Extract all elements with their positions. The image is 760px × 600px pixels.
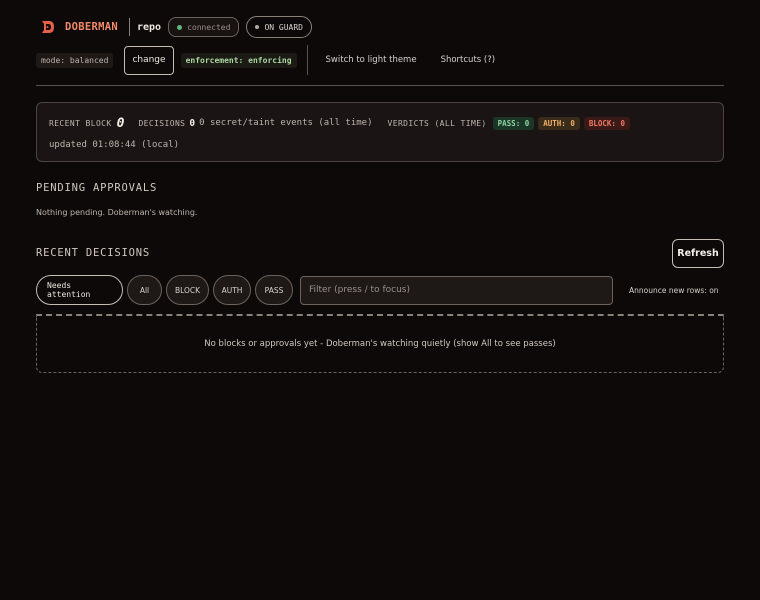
recent-decisions-title: RECENT DECISIONS — [36, 247, 150, 259]
guard-status-badge[interactable]: ON GUARD — [246, 16, 312, 38]
status-panel: RECENT BLOCK 0 DECISIONS 0 0 secret/tain… — [36, 102, 724, 162]
recent-block-label: RECENT BLOCK — [49, 118, 112, 128]
header-bottom-row: mode: balanced change enforcement: enfor… — [36, 44, 724, 76]
header-top-row: DOBERMAN repo connected ON GUARD — [36, 14, 724, 40]
decisions-value: 0 — [189, 117, 196, 129]
updated-timestamp: updated 01:08:44 (local) — [49, 140, 180, 150]
filter-auth[interactable]: AUTH — [213, 275, 251, 305]
repo-name: repo — [136, 21, 162, 33]
header-rule — [36, 85, 724, 86]
header-divider — [128, 18, 130, 36]
guard-status-text: ON GUARD — [264, 22, 303, 32]
block-count-badge: BLOCK: 0 — [583, 116, 630, 130]
shortcuts-link[interactable]: Shortcuts (?) — [441, 55, 495, 65]
connection-status-badge: connected — [168, 17, 240, 37]
pending-empty-text: Nothing pending. Doberman's watching. — [36, 208, 198, 217]
announce-toggle[interactable]: Announce new rows: on — [629, 286, 719, 295]
connected-dot-icon — [177, 24, 183, 30]
app-header: DOBERMAN repo connected ON GUARD mode: b… — [36, 14, 724, 76]
theme-toggle-link[interactable]: Switch to light theme — [326, 55, 417, 65]
status-row: RECENT BLOCK 0 DECISIONS 0 0 secret/tain… — [49, 113, 630, 133]
header-divider-2 — [306, 45, 308, 75]
filter-bar: Needs attention All BLOCK AUTH PASS Filt… — [36, 275, 719, 305]
filter-needs-attention[interactable]: Needs attention — [36, 275, 123, 305]
pass-count-badge: PASS: 0 — [492, 116, 535, 130]
auth-count-badge: AUTH: 0 — [538, 116, 580, 130]
recent-block-value: 0 — [116, 115, 125, 131]
decisions-label: DECISIONS — [138, 118, 186, 128]
mode-tag: mode: balanced — [36, 52, 114, 68]
filter-pass[interactable]: PASS — [255, 275, 293, 305]
verdicts-label: VERDICTS (ALL TIME) — [387, 118, 487, 128]
connection-status-text: connected — [187, 22, 231, 32]
enforcement-tag: enforcement: enforcing — [180, 52, 297, 68]
change-mode-button[interactable]: change — [124, 45, 174, 75]
brand-name: DOBERMAN — [65, 21, 118, 33]
decisions-empty-state: No blocks or approvals yet - Doberman's … — [36, 314, 724, 373]
doberman-logo-icon — [40, 19, 56, 35]
events-text: 0 secret/taint events (all time) — [199, 118, 373, 128]
filter-block[interactable]: BLOCK — [166, 275, 209, 305]
guard-dot-icon — [255, 25, 260, 29]
filter-input[interactable]: Filter (press / to focus) — [300, 275, 613, 305]
pending-approvals-title: PENDING APPROVALS — [36, 182, 158, 194]
refresh-button[interactable]: Refresh — [672, 239, 724, 268]
filter-all[interactable]: All — [127, 275, 162, 305]
